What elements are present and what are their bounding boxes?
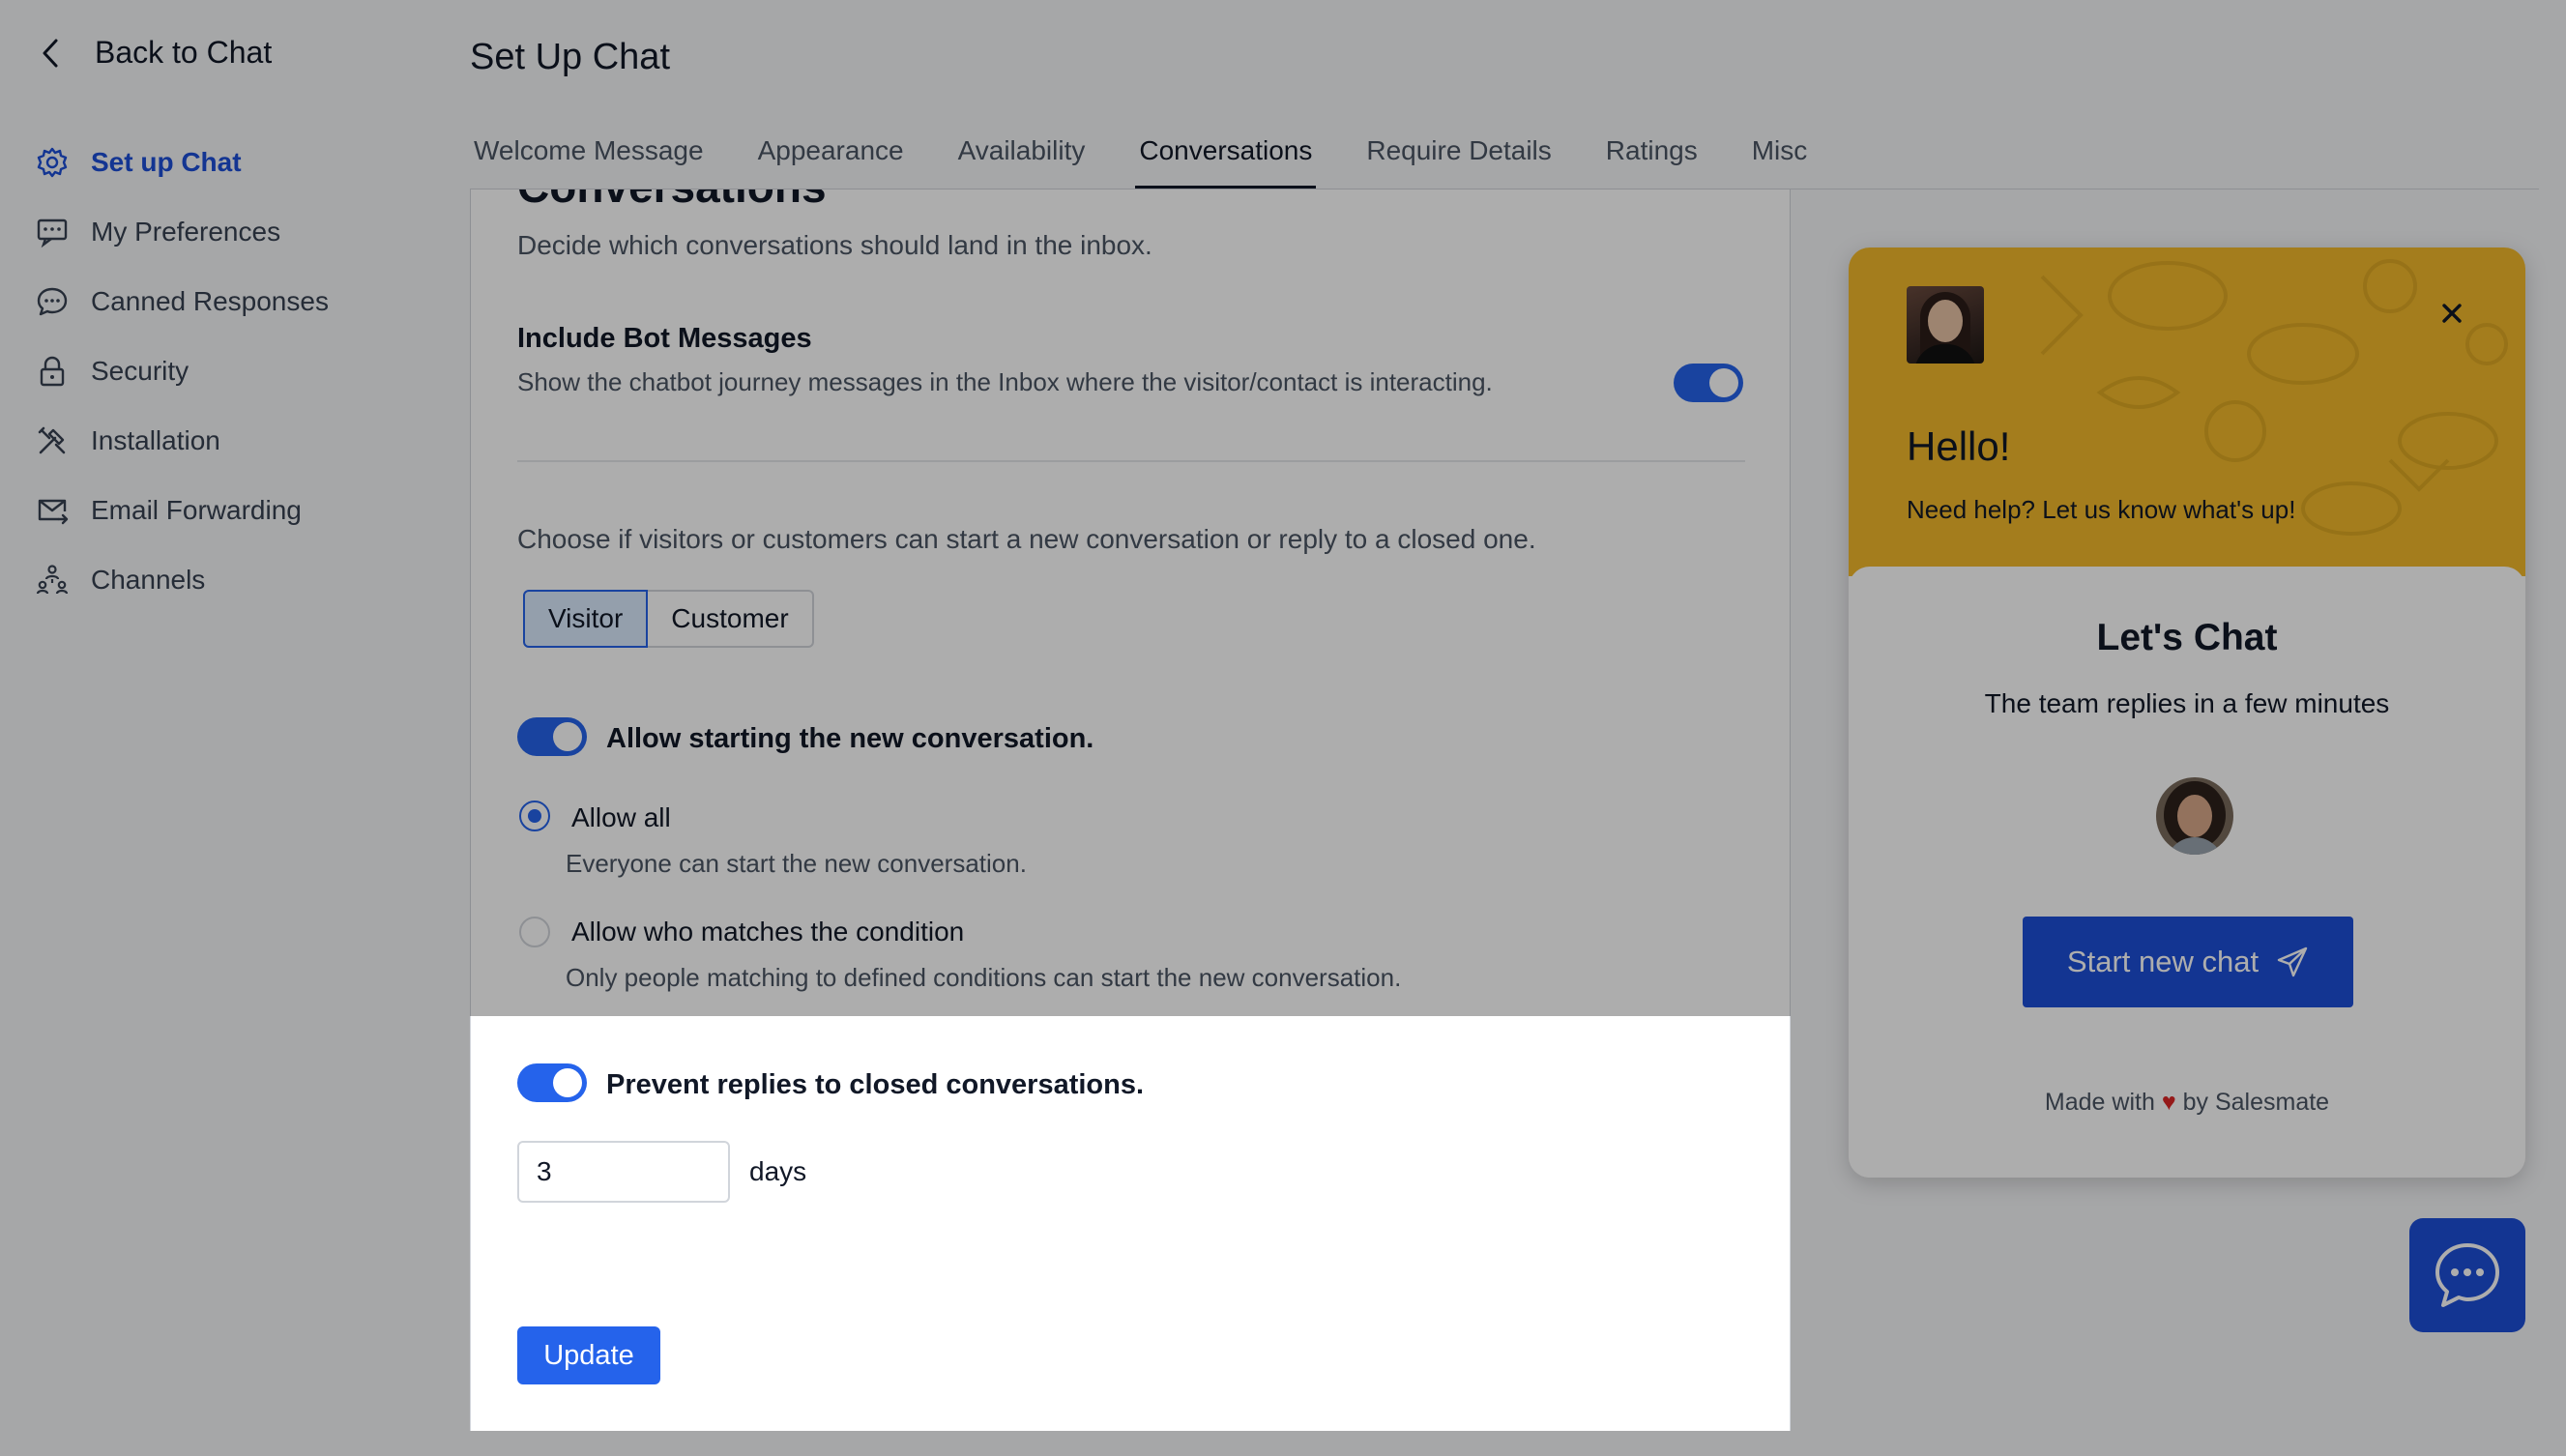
tab-welcome-message[interactable]: Welcome Message xyxy=(470,124,708,189)
tab-misc[interactable]: Misc xyxy=(1748,124,1812,189)
section-subtitle: Decide which conversations should land i… xyxy=(517,230,1152,260)
made-with-suffix: by Salesmate xyxy=(2182,1089,2330,1116)
tab-bar: Welcome Message Appearance Availability … xyxy=(470,124,1857,189)
audience-segmented-control: Visitor Customer xyxy=(523,590,814,648)
tab-require-details[interactable]: Require Details xyxy=(1362,124,1555,189)
lock-icon xyxy=(35,354,70,389)
chat-bubble-dots-icon xyxy=(2435,1243,2499,1307)
page-title: Set Up Chat xyxy=(470,37,670,77)
tab-ratings[interactable]: Ratings xyxy=(1602,124,1702,189)
tab-conversations[interactable]: Conversations xyxy=(1135,124,1317,189)
allow-new-conversation-title: Allow starting the new conversation. xyxy=(606,723,1094,754)
prevent-replies-title: Prevent replies to closed conversations. xyxy=(606,1069,1145,1100)
sidebar-item-my-preferences[interactable]: My Preferences xyxy=(35,197,329,267)
radio-allow-all[interactable] xyxy=(519,801,550,831)
sidebar: Back to Chat Set up Chat My Preferences … xyxy=(0,0,425,1456)
widget-title: Let's Chat xyxy=(2096,617,2278,658)
agent-avatar xyxy=(2156,777,2233,855)
start-new-chat-button[interactable]: Start new chat xyxy=(2023,917,2353,1007)
sidebar-item-channels[interactable]: Channels xyxy=(35,545,329,615)
back-to-chat-label: Back to Chat xyxy=(95,35,273,70)
send-icon xyxy=(2277,946,2308,977)
radio-allow-all-label: Allow all xyxy=(571,802,671,832)
include-bot-messages-desc: Show the chatbot journey messages in the… xyxy=(517,367,1493,396)
tools-icon xyxy=(35,423,70,458)
allow-new-conversation-toggle[interactable] xyxy=(517,717,587,756)
back-to-chat-link[interactable]: Back to Chat xyxy=(37,35,272,71)
mail-forward-icon xyxy=(35,493,70,528)
widget-reply-time: The team replies in a few minutes xyxy=(1984,688,2390,718)
chat-bubble-icon xyxy=(35,284,70,319)
made-with-prefix: Made with xyxy=(2044,1089,2155,1116)
preferences-icon xyxy=(35,215,70,249)
widget-help-text: Need help? Let us know what's up! xyxy=(1907,495,2296,524)
chat-launcher-button[interactable] xyxy=(2409,1218,2525,1332)
close-icon[interactable] xyxy=(2438,300,2465,327)
chat-widget-preview: Hello! Need help? Let us know what's up!… xyxy=(1849,248,2525,1178)
audience-description: Choose if visitors or customers can star… xyxy=(517,524,1536,554)
update-button[interactable]: Update xyxy=(517,1326,660,1384)
sidebar-item-canned-responses[interactable]: Canned Responses xyxy=(35,267,329,336)
widget-body: Let's Chat The team replies in a few min… xyxy=(1849,567,2525,1178)
made-with-footer: Made with ♥ by Salesmate xyxy=(1849,1089,2525,1117)
radio-allow-all-desc: Everyone can start the new conversation. xyxy=(566,849,1027,878)
sidebar-item-label: Security xyxy=(91,356,190,386)
radio-allow-condition-label: Allow who matches the condition xyxy=(571,917,965,946)
radio-allow-condition[interactable] xyxy=(519,917,550,947)
tab-availability[interactable]: Availability xyxy=(954,124,1090,189)
days-input[interactable] xyxy=(517,1141,730,1203)
sidebar-item-label: Installation xyxy=(91,425,220,455)
side-nav: Set up Chat My Preferences Canned Respon… xyxy=(35,128,329,615)
sidebar-item-installation[interactable]: Installation xyxy=(35,406,329,476)
section-title: Conversations xyxy=(517,189,827,213)
widget-greeting: Hello! xyxy=(1907,423,2011,469)
widget-header: Hello! Need help? Let us know what's up! xyxy=(1849,248,2525,576)
sidebar-item-set-up-chat[interactable]: Set up Chat xyxy=(35,128,329,197)
heart-icon: ♥ xyxy=(2161,1089,2176,1116)
team-avatar xyxy=(1907,286,1984,364)
sidebar-item-label: Email Forwarding xyxy=(91,495,302,525)
include-bot-messages-title: Include Bot Messages xyxy=(517,323,812,354)
sidebar-item-label: Channels xyxy=(91,565,206,595)
sidebar-item-security[interactable]: Security xyxy=(35,336,329,406)
segment-visitor[interactable]: Visitor xyxy=(523,590,649,648)
tab-appearance[interactable]: Appearance xyxy=(754,124,908,189)
days-unit-label: days xyxy=(749,1156,807,1186)
start-new-chat-label: Start new chat xyxy=(2066,945,2260,978)
dim-overlay xyxy=(470,1431,1791,1456)
radio-allow-condition-desc: Only people matching to defined conditio… xyxy=(566,963,1402,992)
section-divider xyxy=(517,460,1745,462)
include-bot-messages-toggle[interactable] xyxy=(1674,364,1743,402)
segment-customer[interactable]: Customer xyxy=(648,590,814,648)
app-root: Back to Chat Set up Chat My Preferences … xyxy=(0,0,2566,1456)
prevent-replies-toggle[interactable] xyxy=(517,1063,587,1102)
sidebar-item-email-forwarding[interactable]: Email Forwarding xyxy=(35,476,329,545)
sidebar-item-label: My Preferences xyxy=(91,217,281,247)
sidebar-item-label: Canned Responses xyxy=(91,286,329,316)
gear-icon xyxy=(35,145,70,180)
sidebar-item-label: Set up Chat xyxy=(91,147,242,177)
conversations-settings-panel: Conversations Decide which conversations… xyxy=(470,189,1791,1431)
chevron-left-icon xyxy=(43,39,58,67)
channels-icon xyxy=(35,563,70,597)
